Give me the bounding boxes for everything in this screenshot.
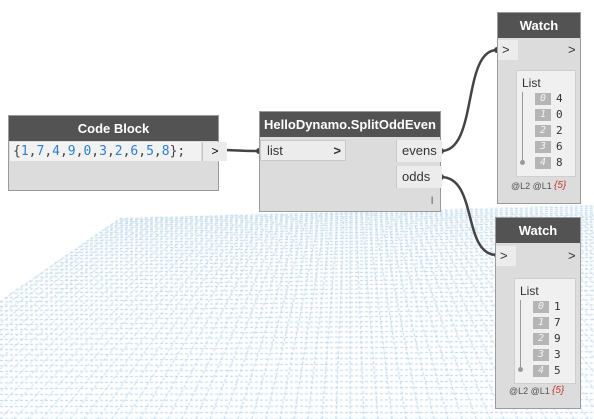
output-port-odds[interactable]: odds [396,166,442,188]
list-index: 0 [533,301,549,313]
list-index: 3 [535,141,551,153]
list-index: 3 [533,349,549,361]
output-port[interactable]: > [564,40,582,60]
watch-node-odds[interactable]: Watch > > List 0117293345 @L2 @L1 {5} [495,217,581,409]
code-block-node[interactable]: Code Block {1,7,4,9,0,3,2,6,5,8}; > [8,115,227,191]
item-count: {5} [552,385,565,396]
wire-evens-to-watch [440,48,498,153]
list-value: 9 [554,332,561,345]
watch-list-panel[interactable]: List 0410223648 [516,70,576,177]
list-index: 4 [535,157,551,169]
node-title: HelloDynamo.SplitOddEven [260,112,440,137]
lacing-indicator: l [431,196,434,207]
code-punctuation: , [91,144,100,159]
node-title: Code Block [9,116,218,141]
item-count: {5} [554,180,567,191]
list-title: List [520,284,539,298]
code-input[interactable]: {1,7,4,9,0,3,2,6,5,8}; [10,142,201,161]
code-punctuation: , [59,144,68,159]
list-index: 0 [535,93,551,105]
chevron-right-icon: > [211,144,219,158]
list-index: 1 [533,317,549,329]
output-port[interactable]: > [564,246,582,266]
input-port-list[interactable]: list > [260,140,346,161]
port-label: odds [402,169,431,184]
chevron-right-icon: > [568,248,576,263]
list-index: 4 [533,365,549,377]
watch-list-panel[interactable]: List 0117293345 [514,278,576,384]
list-value: 7 [554,316,561,329]
code-number: 9 [67,144,76,159]
node-title: Watch [498,13,580,38]
code-punctuation: { [13,144,21,159]
list-levels: @L2 @L1 [511,181,552,191]
chevron-right-icon: > [500,248,508,263]
list-index: 2 [533,333,549,345]
list-value: 0 [556,108,563,121]
list-tree-line [520,300,521,369]
list-index: 1 [535,109,551,121]
list-value: 6 [556,140,563,153]
code-number: 4 [52,144,60,159]
code-number: 8 [161,144,170,159]
port-label: evens [402,143,437,158]
code-punctuation: , [106,144,115,159]
chevron-right-icon: > [333,143,341,158]
chevron-right-icon: > [568,42,576,57]
code-number: 1 [20,144,29,159]
dynamo-canvas[interactable]: Code Block {1,7,4,9,0,3,2,6,5,8}; > Hell… [0,0,594,419]
list-value: 2 [556,124,563,137]
list-value: 3 [554,348,561,361]
wire-odds-to-watch [440,175,498,257]
code-number: 3 [99,144,107,159]
node-title: Watch [496,218,580,243]
code-punctuation: }; [169,144,186,159]
list-tree-dot [518,367,523,372]
list-value: 1 [554,300,561,313]
input-port[interactable]: > [498,40,518,60]
list-value: 8 [556,156,563,169]
list-levels: @L2 @L1 [509,386,550,396]
list-title: List [522,76,541,90]
code-punctuation: , [44,144,53,159]
list-index: 2 [535,125,551,137]
code-number: 5 [146,144,154,159]
output-port-evens[interactable]: evens [396,140,442,162]
list-value: 4 [556,92,563,105]
port-label: list [267,143,283,158]
chevron-right-icon: > [502,42,510,57]
list-tree-dot [520,160,525,165]
list-tree-line [522,92,523,162]
code-punctuation: , [153,144,162,159]
list-value: 5 [554,364,561,377]
watch-node-evens[interactable]: Watch > > List 0410223648 @L2 @L1 {5} [497,12,581,204]
input-port[interactable]: > [496,246,516,266]
code-punctuation: , [138,144,147,159]
split-odd-even-node[interactable]: HelloDynamo.SplitOddEven list > evens od… [259,111,442,212]
code-number: 2 [114,144,123,159]
output-port[interactable]: > [202,142,227,161]
